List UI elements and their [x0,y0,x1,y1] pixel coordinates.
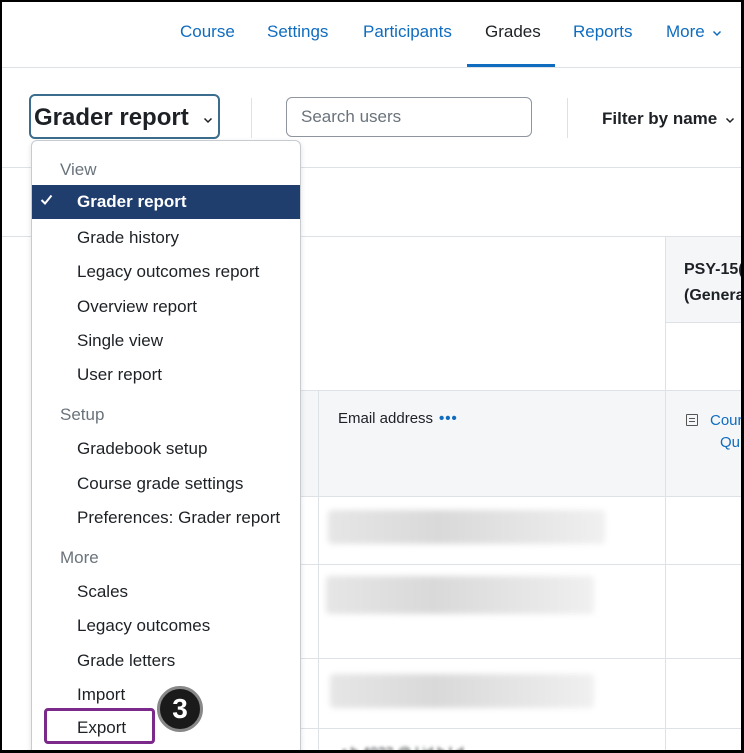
blurred-email-cell: r h 4022 @ l id h l d [342,744,464,753]
tab-more-label: More [666,22,705,41]
menu-item-gradebook-setup[interactable]: Gradebook setup [77,439,207,459]
grade-item-line: Qui [720,434,744,451]
table-border [318,390,319,750]
tab-grades[interactable]: Grades [485,22,541,42]
divider [251,98,252,138]
search-users-input[interactable] [286,97,532,137]
menu-item-preferences-grader-report[interactable]: Preferences: Grader report [77,508,280,528]
menu-item-export-label: Export [77,718,127,737]
blurred-email-cell [330,674,594,708]
email-column-header: Email address ••• [338,410,458,427]
menu-item-course-grade-settings[interactable]: Course grade settings [77,474,243,494]
menu-item-export[interactable]: Export [44,708,155,744]
quiz-icon [686,414,698,426]
grade-category-name: PSY-15( [684,261,744,278]
tab-settings[interactable]: Settings [267,22,328,42]
column-header-row [300,390,741,496]
table-border [300,728,741,729]
blurred-email-cell [326,576,594,614]
table-border [300,658,741,659]
chevron-down-icon [713,30,722,36]
menu-item-legacy-outcomes[interactable]: Legacy outcomes [77,616,210,636]
table-border [300,390,741,391]
grade-category-type: (Genera [684,287,744,304]
grade-item-line: Cour [710,412,743,429]
table-border [300,564,741,565]
active-tab-indicator [467,64,555,67]
column-actions-icon[interactable]: ••• [439,410,458,427]
tab-more[interactable]: More [666,22,722,42]
table-border [665,236,666,750]
menu-item-overview-report[interactable]: Overview report [77,297,197,317]
menu-item-grade-history[interactable]: Grade history [77,228,179,248]
step-number-badge: 3 [157,686,203,732]
filter-by-name-label: Filter by name [602,109,718,128]
secondary-navigation: Course Settings Participants Grades Repo… [2,2,741,68]
menu-item-grader-report[interactable]: Grader report [32,185,300,219]
chevron-down-icon [725,117,735,123]
chevron-down-icon [203,117,213,124]
table-border [300,496,741,497]
table-border [666,322,741,323]
filter-by-name-button[interactable]: Filter by name [602,109,735,129]
menu-item-label: Grader report [77,192,187,211]
menu-item-import[interactable]: Import [77,685,125,705]
menu-heading-view: View [60,160,97,179]
check-icon [40,194,53,205]
blurred-email-cell [328,510,605,544]
tab-participants[interactable]: Participants [363,22,452,42]
menu-heading-more: More [60,548,99,567]
tab-reports[interactable]: Reports [573,22,633,42]
email-column-label: Email address [338,410,434,427]
report-dropdown-menu: View Grader report Grade history Legacy … [31,140,301,750]
screenshot-frame: Course Settings Participants Grades Repo… [0,0,744,753]
grade-item-link[interactable]: Cour Qui [710,410,744,454]
report-selector[interactable]: Grader report [29,94,220,139]
menu-heading-setup: Setup [60,405,105,424]
menu-item-legacy-outcomes-report[interactable]: Legacy outcomes report [77,262,259,282]
report-selector-label: Grader report [34,104,189,131]
grade-category-header: PSY-15( (Genera [684,257,744,309]
menu-item-scales[interactable]: Scales [77,582,128,602]
divider [567,98,568,138]
menu-item-user-report[interactable]: User report [77,365,162,385]
tab-course[interactable]: Course [180,22,235,42]
menu-item-grade-letters[interactable]: Grade letters [77,651,175,671]
menu-item-single-view[interactable]: Single view [77,331,163,351]
